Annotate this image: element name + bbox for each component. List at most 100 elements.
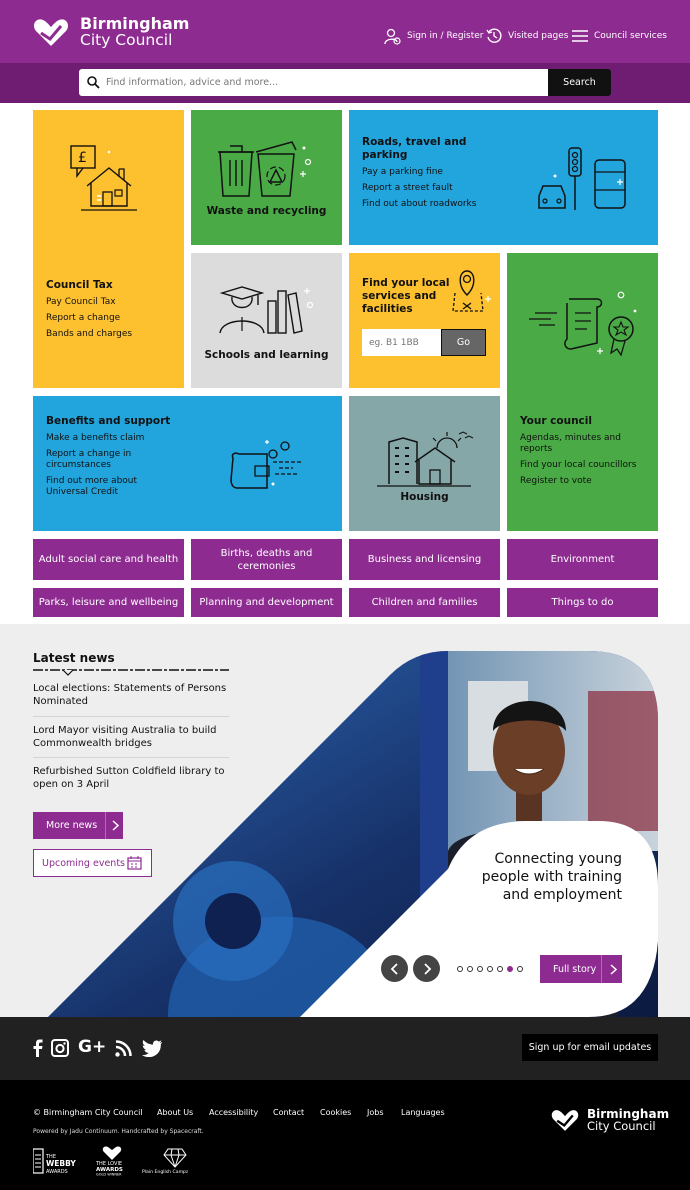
roads-title: Roads, travel and parking <box>362 136 467 161</box>
full-story-label: Full story <box>553 963 597 975</box>
footer-logo-line2: City Council <box>587 1119 656 1133</box>
local-services-title: Find your local services and facilities <box>362 277 450 315</box>
button-divider <box>105 812 106 839</box>
visited-pages-link[interactable]: Visited pages <box>486 26 568 46</box>
bands-charges-link[interactable]: Bands and charges <box>46 329 176 340</box>
svg-text:Plain English Campaign: Plain English Campaign <box>142 1169 188 1175</box>
footer-about-link[interactable]: About Us <box>157 1108 193 1117</box>
search-button[interactable]: Search <box>548 69 611 96</box>
instagram-icon[interactable] <box>51 1039 69 1057</box>
carousel-dot[interactable] <box>517 966 523 972</box>
more-news-button[interactable]: More news <box>33 812 123 839</box>
traffic-icon <box>538 147 626 210</box>
local-services-content: Find your local services and facilities <box>362 277 454 316</box>
search-input[interactable] <box>106 69 536 96</box>
logo-text[interactable]: Birmingham City Council <box>80 16 189 49</box>
rss-icon[interactable] <box>115 1040 132 1057</box>
latest-news-title: Latest news <box>33 651 115 665</box>
category-adult-social-care[interactable]: Adult social care and health <box>33 539 184 580</box>
hamburger-menu-icon <box>572 30 588 42</box>
council-tax-title: Council Tax <box>46 279 113 291</box>
footer-contact-link[interactable]: Contact <box>273 1108 304 1117</box>
wallet-coins-icon <box>230 440 301 489</box>
find-councillors-link[interactable]: Find your local councillors <box>520 460 650 471</box>
copyright-text: © Birmingham City Council <box>33 1108 143 1117</box>
footer-heart-logo-icon[interactable] <box>551 1108 579 1132</box>
tile-schools-learning[interactable]: Schools and learning <box>191 253 342 388</box>
tile-your-council[interactable]: Your council Agendas, minutes and report… <box>507 253 658 531</box>
footer-cookies-link[interactable]: Cookies <box>320 1108 351 1117</box>
facebook-icon[interactable] <box>31 1039 43 1057</box>
benefits-claim-link[interactable]: Make a benefits claim <box>46 433 176 444</box>
carousel-dot[interactable] <box>477 966 483 972</box>
tile-find-local-services: Find your local services and facilities … <box>349 253 500 388</box>
webby-awards-logo[interactable]: THE WEBBY AWARDS <box>33 1147 83 1175</box>
category-parks-leisure[interactable]: Parks, leisure and wellbeing <box>33 588 184 617</box>
roadworks-link[interactable]: Find out about roadworks <box>362 199 492 210</box>
lovie-awards-logo[interactable]: THE LOVIE AWARDS GOLD WINNER <box>95 1146 129 1176</box>
tile-roads-travel[interactable]: Roads, travel and parking Pay a parking … <box>349 110 658 245</box>
category-children-families[interactable]: Children and families <box>349 588 500 617</box>
street-fault-link[interactable]: Report a street fault <box>362 183 492 194</box>
footer-logo-text[interactable]: Birmingham City Council <box>587 1108 669 1132</box>
carousel-dot[interactable] <box>507 966 513 972</box>
carousel-next-button[interactable] <box>413 955 440 982</box>
council-tax-content: Council Tax Pay Council Tax Report a cha… <box>46 279 176 340</box>
footer-languages-link[interactable]: Languages <box>401 1108 445 1117</box>
benefits-title: Benefits and support <box>46 415 171 427</box>
footer-accessibility-link[interactable]: Accessibility <box>209 1108 258 1117</box>
news-item[interactable]: Local elections: Statements of Persons N… <box>33 682 229 708</box>
postcode-input[interactable] <box>362 329 442 356</box>
report-circumstances-link[interactable]: Report a change in circumstances <box>46 449 176 471</box>
tile-waste-recycling[interactable]: Waste and recycling <box>191 110 342 245</box>
calendar-icon <box>127 856 142 870</box>
category-business-licensing[interactable]: Business and licensing <box>349 539 500 580</box>
carousel-prev-button[interactable] <box>381 955 408 982</box>
news-item[interactable]: Refurbished Sutton Coldfield library to … <box>33 765 229 791</box>
carousel-dot[interactable] <box>457 966 463 972</box>
category-things-to-do[interactable]: Things to do <box>507 588 658 617</box>
news-divider <box>33 757 229 758</box>
svg-text:WEBBY: WEBBY <box>46 1159 76 1168</box>
category-environment[interactable]: Environment <box>507 539 658 580</box>
footer-jobs-link[interactable]: Jobs <box>367 1108 384 1117</box>
more-news-label: More news <box>46 820 98 831</box>
sign-in-link[interactable]: Sign in / Register <box>384 26 484 46</box>
parking-fine-link[interactable]: Pay a parking fine <box>362 167 492 178</box>
news-title-rule <box>33 669 229 676</box>
svg-text:GOLD WINNER: GOLD WINNER <box>96 1173 122 1177</box>
carousel-dot[interactable] <box>497 966 503 972</box>
upcoming-events-button[interactable]: Upcoming events <box>33 849 152 877</box>
carousel-dot[interactable] <box>467 966 473 972</box>
agendas-minutes-link[interactable]: Agendas, minutes and reports <box>520 433 650 455</box>
council-services-menu[interactable]: Council services <box>572 26 667 46</box>
heart-logo-icon[interactable] <box>33 17 69 47</box>
twitter-icon[interactable] <box>142 1040 162 1057</box>
postcode-go-button[interactable]: Go <box>441 329 486 356</box>
search-box <box>79 69 548 96</box>
category-births-deaths[interactable]: Births, deaths and ceremonies <box>191 539 342 580</box>
tile-council-tax[interactable]: £ Council Tax Pay Council Tax Report a c… <box>33 110 184 388</box>
housing-icon <box>377 431 474 487</box>
tile-housing[interactable]: Housing <box>349 396 500 531</box>
upcoming-events-label: Upcoming events <box>42 857 125 869</box>
pay-council-tax-link[interactable]: Pay Council Tax <box>46 297 176 308</box>
housing-title: Housing <box>400 491 449 503</box>
recycling-bins-icon <box>218 141 312 197</box>
news-item[interactable]: Lord Mayor visiting Australia to build C… <box>33 724 229 750</box>
google-plus-icon[interactable]: G+ <box>78 1037 106 1057</box>
council-tax-house-icon: £ <box>70 145 137 211</box>
email-signup-button[interactable]: Sign up for email updates <box>522 1034 658 1061</box>
your-council-title: Your council <box>520 415 592 427</box>
tile-benefits-support[interactable]: Benefits and support Make a benefits cla… <box>33 396 342 531</box>
report-change-link[interactable]: Report a change <box>46 313 176 324</box>
carousel-dot[interactable] <box>487 966 493 972</box>
universal-credit-link[interactable]: Find out more about Universal Credit <box>46 476 176 498</box>
map-pin-icon <box>452 270 491 312</box>
hero-headline: Connecting young people with training an… <box>481 851 622 903</box>
register-vote-link[interactable]: Register to vote <box>520 476 650 487</box>
plain-english-campaign-logo[interactable]: Plain English Campaign <box>142 1147 188 1175</box>
schools-learning-title: Schools and learning <box>204 349 329 361</box>
full-story-button[interactable]: Full story <box>540 955 622 983</box>
category-planning[interactable]: Planning and development <box>191 588 342 617</box>
